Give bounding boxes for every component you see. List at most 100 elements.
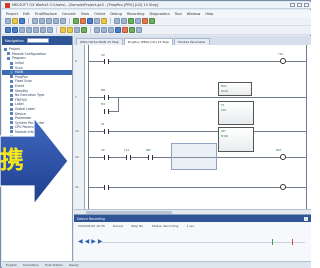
minimize-icon[interactable] (290, 3, 295, 7)
coil[interactable] (280, 58, 286, 64)
status-bar: English Simulation Host Station Ready (2, 261, 311, 268)
folder-icon (4, 47, 7, 51)
contact[interactable] (148, 154, 153, 160)
read-from-plc-icon[interactable] (87, 18, 93, 24)
device-label: M1 (101, 102, 106, 106)
horizontal-line-icon[interactable] (40, 27, 46, 33)
note-icon[interactable] (108, 27, 114, 33)
stop-icon[interactable] (142, 18, 148, 24)
invert-icon[interactable] (74, 27, 80, 33)
instruction-icon[interactable] (33, 27, 39, 33)
close-icon[interactable] (304, 3, 309, 7)
device-recording-pane: Device Recording 2024/05/20 10:35 Device… (74, 214, 311, 261)
rising-pulse-icon[interactable] (60, 27, 66, 33)
tree-item-label: ProgPou (15, 74, 28, 79)
fb-insert-icon[interactable] (81, 27, 87, 33)
coil[interactable] (280, 154, 286, 160)
copy-icon[interactable] (39, 18, 45, 24)
device-display-icon[interactable] (115, 27, 121, 33)
timeline-marker[interactable] (292, 239, 293, 245)
coil-icon[interactable] (26, 27, 32, 33)
block-operand: M100 (221, 135, 229, 138)
breakpoint-icon[interactable] (122, 27, 128, 33)
step-forward-icon[interactable]: ▶ (91, 239, 96, 245)
redo-icon[interactable] (60, 18, 66, 24)
step-number: 7 (75, 95, 77, 99)
device-list-icon[interactable] (128, 18, 134, 24)
menu-tool[interactable]: Tool (175, 12, 182, 16)
run-icon[interactable] (149, 18, 155, 24)
block-operand: K10 (221, 109, 227, 112)
contact[interactable] (126, 154, 131, 160)
save-icon[interactable] (19, 18, 25, 24)
open-contact-icon[interactable] (5, 27, 11, 33)
falling-pulse-icon[interactable] (67, 27, 73, 33)
tree-item-label: FB/FUN (15, 97, 27, 102)
recording-status: Status: Recording (151, 224, 179, 228)
statement-icon[interactable] (101, 27, 107, 33)
menu-view[interactable]: View (81, 12, 89, 16)
device-label: X1 (101, 122, 105, 126)
rewind-icon[interactable]: ◀ (78, 239, 83, 245)
monitor-icon[interactable] (94, 18, 100, 24)
simulation-icon[interactable] (101, 18, 107, 24)
tab-progpou[interactable]: ProgPou [PRG] [LD] 15 Step (123, 38, 174, 45)
tree-item-label: Module Configuration (12, 51, 47, 56)
contact[interactable] (104, 128, 109, 134)
menu-debug[interactable]: Debug (110, 12, 122, 16)
new-project-icon[interactable] (5, 18, 11, 24)
right-power-rail (306, 45, 307, 209)
find-icon[interactable] (114, 18, 120, 24)
cross-reference-icon[interactable] (121, 18, 127, 24)
status-mode: Simulation (22, 263, 39, 267)
folder-icon (10, 70, 13, 74)
timeline-marker[interactable] (272, 239, 273, 245)
paste-icon[interactable] (46, 18, 52, 24)
contact[interactable] (104, 58, 109, 64)
menu-find-replace[interactable]: Find/Replace (35, 12, 57, 16)
ladder-cursor[interactable] (171, 143, 217, 170)
menu-online[interactable]: Online (94, 12, 105, 16)
left-power-rail (88, 45, 89, 209)
close-icon[interactable] (304, 216, 308, 221)
coil[interactable] (280, 184, 286, 190)
contact[interactable] (104, 154, 109, 160)
vertical-line-icon[interactable] (47, 27, 53, 33)
menu-window[interactable]: Window (187, 12, 201, 16)
zoom-icon[interactable] (135, 18, 141, 24)
menu-recording[interactable]: Recording (127, 12, 145, 16)
navigation-filter-input[interactable] (26, 38, 49, 43)
app-logo-icon (5, 2, 10, 8)
menu-edit[interactable]: Edit (23, 12, 30, 16)
menu-diagnostics[interactable]: Diagnostics (149, 12, 169, 16)
tree-item-label: Fixed Scan (15, 79, 33, 84)
contact[interactable] (104, 108, 109, 114)
maximize-icon[interactable] (297, 3, 302, 7)
block-label: MOV (221, 85, 228, 88)
device-label: RST (276, 148, 282, 152)
menu-project[interactable]: Project (6, 12, 18, 16)
device-label: X2 (101, 148, 105, 152)
undo-icon[interactable] (53, 18, 59, 24)
write-to-plc-icon[interactable] (80, 18, 86, 24)
parallel-contact-icon[interactable] (19, 27, 25, 33)
watch-icon[interactable] (136, 27, 142, 33)
ladder-editor[interactable]: 0 7 15 22 31 X0 Y10 MOV D100 M0 M1 T0 K1… (74, 45, 311, 209)
navigation-title: Navigation (5, 38, 24, 43)
block-operand: D100 (221, 90, 228, 93)
tab-main-program[interactable]: [PRG] Write MAIN 15 Step (76, 38, 123, 45)
open-project-icon[interactable] (12, 18, 18, 24)
convert-icon[interactable] (73, 18, 79, 24)
closed-contact-icon[interactable] (12, 27, 18, 33)
tab-module-parameter[interactable]: Module Parameter (174, 38, 210, 45)
menu-convert[interactable]: Convert (62, 12, 76, 16)
comment-icon[interactable] (94, 27, 100, 33)
device-label: Y10 (278, 52, 284, 56)
contact[interactable] (104, 184, 109, 190)
cut-icon[interactable] (32, 18, 38, 24)
menu-help[interactable]: Help (205, 12, 213, 16)
recording-timeline[interactable] (102, 239, 305, 245)
step-back-icon[interactable]: ◀ (85, 239, 90, 245)
step-run-icon[interactable] (129, 27, 135, 33)
contact[interactable] (104, 94, 109, 100)
